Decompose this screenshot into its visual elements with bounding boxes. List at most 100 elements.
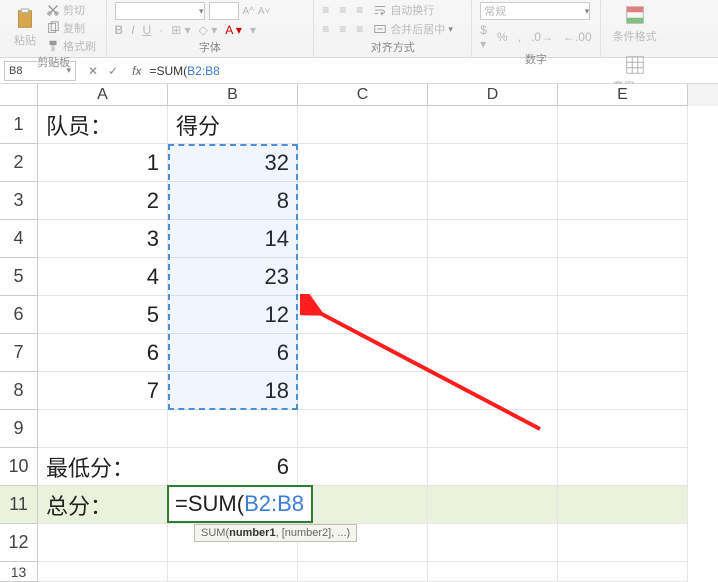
col-header-C[interactable]: C (298, 84, 428, 106)
cell-B9[interactable] (168, 410, 298, 448)
copy-button[interactable]: 复制 (46, 20, 96, 36)
cell-B5[interactable]: 23 (168, 258, 298, 296)
cancel-button[interactable]: ✕ (88, 64, 98, 78)
align-right-button[interactable]: ≡ (356, 22, 363, 36)
cell-C1[interactable] (298, 106, 428, 144)
cell-B13[interactable] (168, 562, 298, 582)
conditional-format-button[interactable]: 条件格式 (609, 2, 661, 46)
font-size-select[interactable] (209, 2, 239, 20)
cell-B8[interactable]: 18 (168, 372, 298, 410)
font-family-select[interactable]: ▾ (115, 2, 205, 20)
cell-D5[interactable] (428, 258, 558, 296)
cell-C3[interactable] (298, 182, 428, 220)
cell-C9[interactable] (298, 410, 428, 448)
decrease-font-button[interactable]: A˅ (258, 6, 271, 17)
row-header-9[interactable]: 9 (0, 410, 38, 448)
cell-C2[interactable] (298, 144, 428, 182)
cell-C10[interactable] (298, 448, 428, 486)
italic-button[interactable]: I (131, 23, 134, 37)
row-header-2[interactable]: 2 (0, 144, 38, 182)
cell-D1[interactable] (428, 106, 558, 144)
cell-A11[interactable]: 总分： (38, 486, 168, 524)
row-header-11[interactable]: 11 (0, 486, 38, 524)
merge-button[interactable]: 合并后居中 ▾ (373, 21, 453, 37)
row-header-1[interactable]: 1 (0, 106, 38, 144)
wrap-text-button[interactable]: 自动换行 (373, 2, 434, 18)
currency-button[interactable]: $ ▾ (480, 23, 487, 51)
number-format-select[interactable]: 常规▾ (480, 2, 590, 20)
select-all-corner[interactable] (0, 84, 38, 106)
fill-color-button[interactable]: ◇ ▾ (199, 23, 218, 37)
format-painter-button[interactable]: 格式刷 (46, 38, 96, 54)
cut-button[interactable]: 剪切 (46, 2, 96, 18)
cell-D3[interactable] (428, 182, 558, 220)
name-box[interactable]: B8 ▾ (4, 61, 76, 81)
col-header-E[interactable]: E (558, 84, 688, 106)
row-header-3[interactable]: 3 (0, 182, 38, 220)
cell-A7[interactable]: 6 (38, 334, 168, 372)
col-header-D[interactable]: D (428, 84, 558, 106)
cell-D11[interactable] (428, 486, 558, 524)
cell-A4[interactable]: 3 (38, 220, 168, 258)
increase-decimal-button[interactable]: .0→ (531, 30, 553, 44)
cell-editor[interactable]: =SUM(B2:B8 (167, 485, 313, 523)
paste-button[interactable]: 粘贴 (10, 6, 40, 50)
font-color-button[interactable]: A ▾ (225, 23, 242, 37)
row-header-7[interactable]: 7 (0, 334, 38, 372)
cell-A3[interactable]: 2 (38, 182, 168, 220)
cell-B10[interactable]: 6 (168, 448, 298, 486)
cell-D4[interactable] (428, 220, 558, 258)
comma-button[interactable]: , (518, 30, 521, 44)
cell-E3[interactable] (558, 182, 688, 220)
increase-font-button[interactable]: A^ (243, 6, 254, 17)
cell-E2[interactable] (558, 144, 688, 182)
cell-E13[interactable] (558, 562, 688, 582)
cell-A9[interactable] (38, 410, 168, 448)
cell-E7[interactable] (558, 334, 688, 372)
cell-A2[interactable]: 1 (38, 144, 168, 182)
cell-C5[interactable] (298, 258, 428, 296)
cell-D2[interactable] (428, 144, 558, 182)
fx-button[interactable]: fx (126, 64, 147, 78)
cell-A10[interactable]: 最低分： (38, 448, 168, 486)
formula-input[interactable]: =SUM(B2:B8 (147, 64, 718, 78)
cell-C11[interactable] (298, 486, 428, 524)
cell-B2[interactable]: 32 (168, 144, 298, 182)
cell-E12[interactable] (558, 524, 688, 562)
cell-D6[interactable] (428, 296, 558, 334)
row-header-4[interactable]: 4 (0, 220, 38, 258)
align-center-button[interactable]: ≡ (339, 22, 346, 36)
col-header-A[interactable]: A (38, 84, 168, 106)
col-header-B[interactable]: B (168, 84, 298, 106)
row-header-10[interactable]: 10 (0, 448, 38, 486)
row-header-5[interactable]: 5 (0, 258, 38, 296)
cell-B6[interactable]: 12 (168, 296, 298, 334)
align-bot-button[interactable]: ≡ (356, 3, 363, 17)
cell-E8[interactable] (558, 372, 688, 410)
cell-E9[interactable] (558, 410, 688, 448)
confirm-button[interactable]: ✓ (108, 64, 118, 78)
cell-C7[interactable] (298, 334, 428, 372)
cell-E1[interactable] (558, 106, 688, 144)
cell-A6[interactable]: 5 (38, 296, 168, 334)
cell-C8[interactable] (298, 372, 428, 410)
cell-A8[interactable]: 7 (38, 372, 168, 410)
cell-E6[interactable] (558, 296, 688, 334)
border-button[interactable]: ⊞ ▾ (171, 23, 190, 37)
align-top-button[interactable]: ≡ (322, 3, 329, 17)
cell-C13[interactable] (298, 562, 428, 582)
cell-B4[interactable]: 14 (168, 220, 298, 258)
cell-D10[interactable] (428, 448, 558, 486)
cell-E5[interactable] (558, 258, 688, 296)
cell-A12[interactable] (38, 524, 168, 562)
row-header-12[interactable]: 12 (0, 524, 38, 562)
cell-A1[interactable]: 队员： (38, 106, 168, 144)
cell-D13[interactable] (428, 562, 558, 582)
cell-D7[interactable] (428, 334, 558, 372)
bold-button[interactable]: B (115, 23, 124, 37)
align-mid-button[interactable]: ≡ (339, 3, 346, 17)
cell-A13[interactable] (38, 562, 168, 582)
cell-B1[interactable]: 得分 (168, 106, 298, 144)
align-left-button[interactable]: ≡ (322, 22, 329, 36)
row-header-6[interactable]: 6 (0, 296, 38, 334)
